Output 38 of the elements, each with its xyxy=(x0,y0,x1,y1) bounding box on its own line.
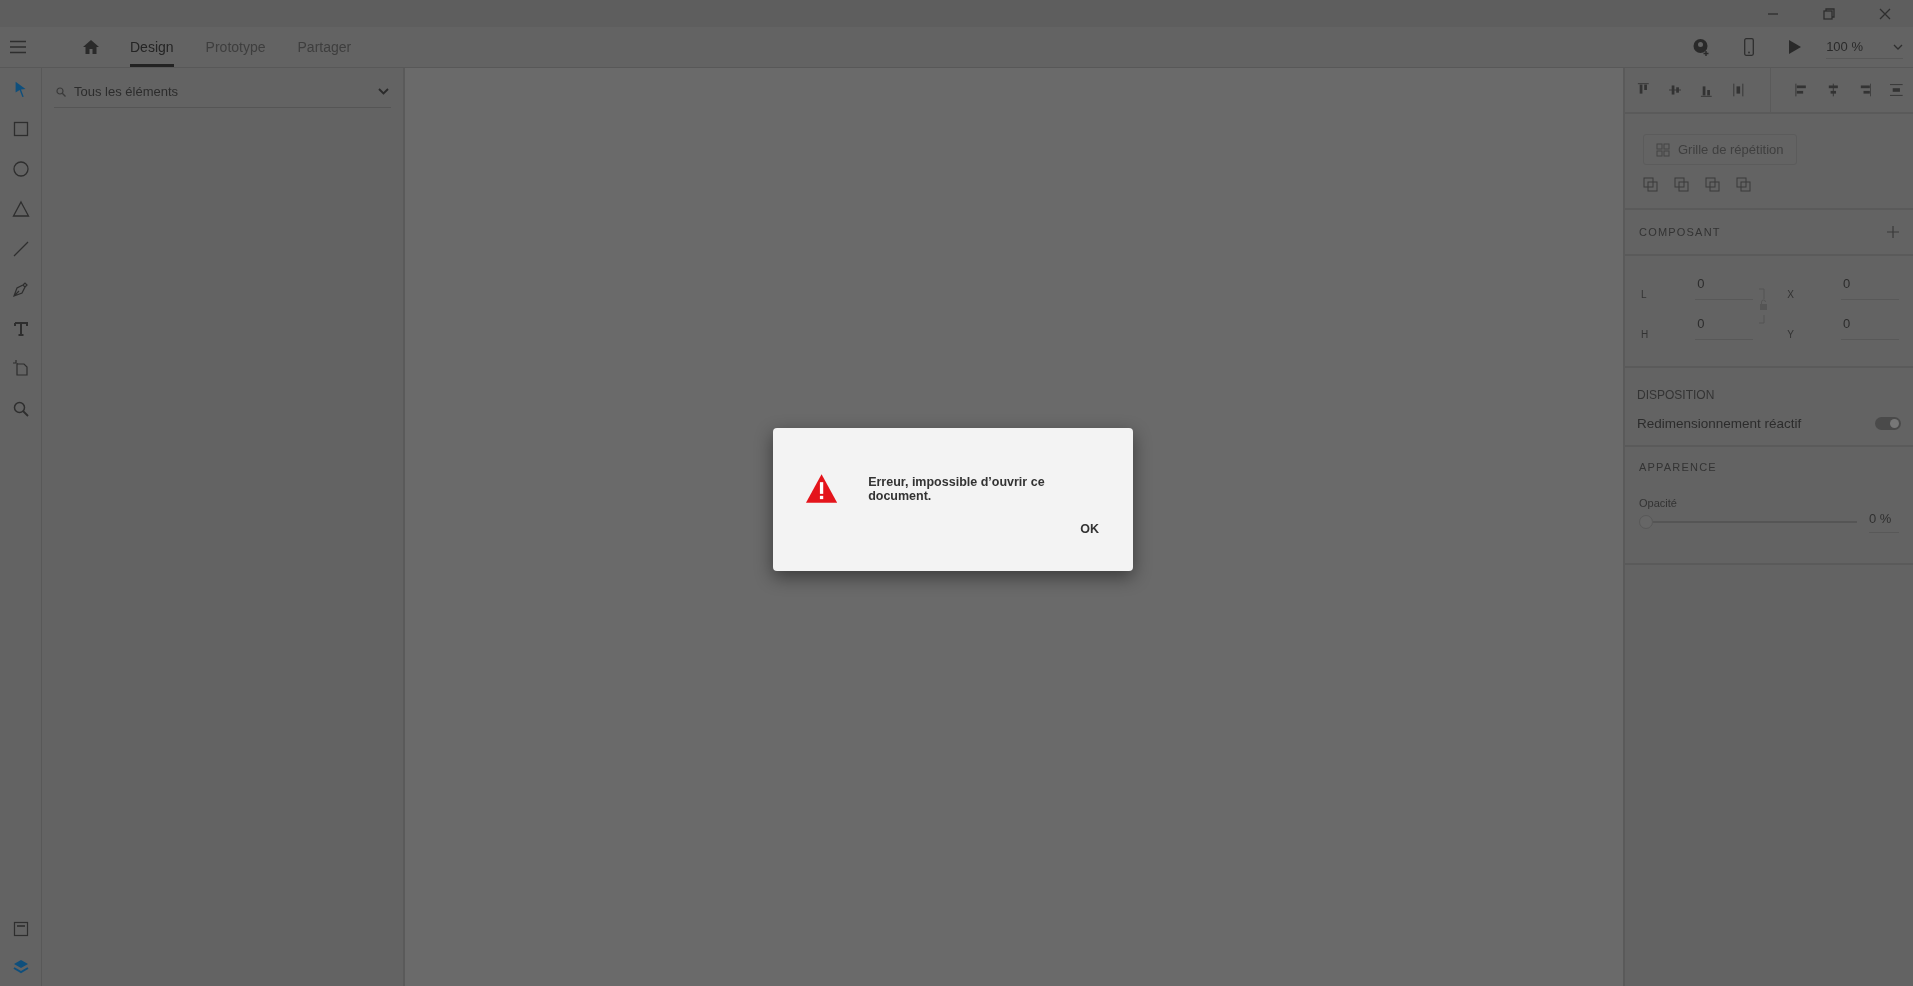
text-icon[interactable] xyxy=(11,320,30,338)
intersect-icon[interactable] xyxy=(1705,177,1720,192)
share-user-icon[interactable] xyxy=(1692,38,1711,56)
artboard-icon[interactable] xyxy=(11,360,30,378)
panel-icon[interactable] xyxy=(11,920,30,938)
ellipse-icon[interactable] xyxy=(11,160,30,178)
warning-icon xyxy=(805,473,839,504)
distribute-horizontal-icon[interactable] xyxy=(1890,82,1904,98)
ok-button[interactable]: OK xyxy=(1074,518,1105,540)
zoom-dropdown[interactable]: 100 % xyxy=(1826,35,1903,59)
error-message: Erreur, impossible d’ouvrir ce document. xyxy=(868,474,1046,503)
triangle-icon[interactable] xyxy=(11,200,30,218)
search-icon xyxy=(56,86,66,97)
chevron-down-icon xyxy=(378,88,389,95)
align-middle-icon[interactable] xyxy=(1668,82,1682,98)
chevron-down-icon[interactable] xyxy=(1893,43,1903,50)
align-left-icon[interactable] xyxy=(1795,82,1809,98)
close-icon[interactable] xyxy=(1879,7,1891,20)
subtract-icon[interactable] xyxy=(1674,177,1689,192)
responsive-resize-label: Redimensionnement réactif xyxy=(1637,416,1802,431)
union-icon[interactable] xyxy=(1643,177,1658,192)
menu-icon[interactable] xyxy=(10,40,26,54)
home-icon[interactable] xyxy=(82,39,100,55)
restore-icon[interactable] xyxy=(1823,7,1835,20)
zoom-icon[interactable] xyxy=(11,400,30,418)
plus-icon[interactable] xyxy=(1887,226,1899,238)
pen-icon[interactable] xyxy=(11,280,30,298)
grid-icon xyxy=(1656,142,1670,157)
line-icon[interactable] xyxy=(11,240,30,258)
distribute-icon[interactable] xyxy=(1731,82,1745,98)
layers-icon[interactable] xyxy=(11,958,30,976)
phone-icon[interactable] xyxy=(1744,38,1755,56)
align-center-icon[interactable] xyxy=(1827,82,1840,98)
rectangle-icon[interactable] xyxy=(11,120,30,138)
toggle-switch[interactable] xyxy=(1875,417,1901,430)
align-right-icon[interactable] xyxy=(1858,82,1872,98)
play-icon[interactable] xyxy=(1788,39,1803,55)
exclude-icon[interactable] xyxy=(1736,177,1751,192)
